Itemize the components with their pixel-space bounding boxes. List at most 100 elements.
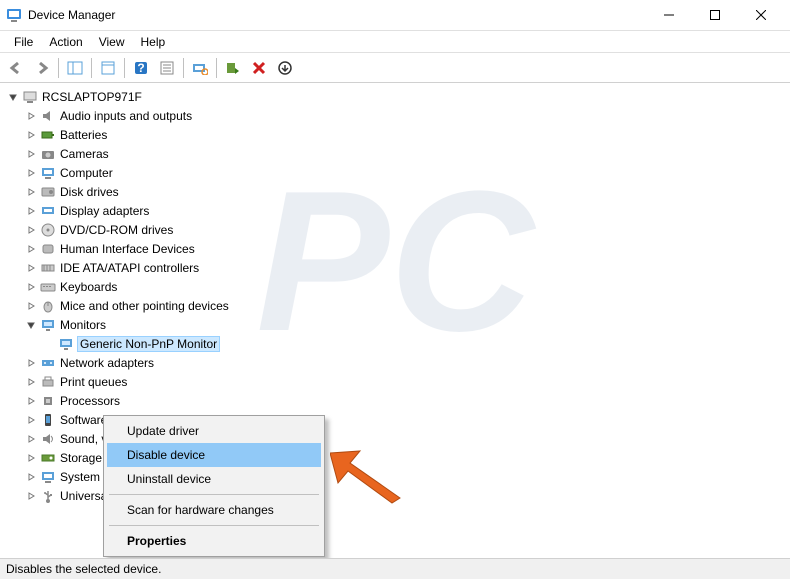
disable-device-button[interactable] bbox=[247, 56, 271, 80]
tree-item-label: Processors bbox=[60, 394, 120, 408]
tree-item-keyboards[interactable]: Keyboards bbox=[0, 277, 790, 296]
status-text: Disables the selected device. bbox=[6, 562, 161, 576]
expander-icon[interactable] bbox=[24, 109, 38, 123]
usb-icon bbox=[40, 488, 56, 504]
tree-item-label: Network adapters bbox=[60, 356, 154, 370]
tree-item-label: Monitors bbox=[60, 318, 106, 332]
battery-icon bbox=[40, 127, 56, 143]
tree-item-ide[interactable]: IDE ATA/ATAPI controllers bbox=[0, 258, 790, 277]
close-button[interactable] bbox=[738, 0, 784, 30]
tree-item-generic-monitor[interactable]: Generic Non-PnP Monitor bbox=[0, 334, 790, 353]
status-bar: Disables the selected device. bbox=[0, 558, 790, 579]
tree-item-dvd[interactable]: DVD/CD-ROM drives bbox=[0, 220, 790, 239]
computer-icon bbox=[22, 89, 38, 105]
expander-spacer bbox=[42, 337, 56, 351]
tree-item-audio[interactable]: Audio inputs and outputs bbox=[0, 106, 790, 125]
expander-icon[interactable] bbox=[24, 470, 38, 484]
display-adapter-icon bbox=[40, 203, 56, 219]
back-button[interactable] bbox=[4, 56, 28, 80]
monitor-icon bbox=[40, 317, 56, 333]
tree-item-display-adapters[interactable]: Display adapters bbox=[0, 201, 790, 220]
tree-item-monitors[interactable]: Monitors bbox=[0, 315, 790, 334]
tree-item-hid[interactable]: Human Interface Devices bbox=[0, 239, 790, 258]
ctx-update-driver[interactable]: Update driver bbox=[107, 419, 321, 443]
cpu-icon bbox=[40, 393, 56, 409]
expander-icon[interactable] bbox=[24, 242, 38, 256]
show-hide-button[interactable] bbox=[63, 56, 87, 80]
window-title: Device Manager bbox=[28, 8, 646, 22]
tree-item-mice[interactable]: Mice and other pointing devices bbox=[0, 296, 790, 315]
monitor-icon bbox=[58, 336, 74, 352]
printer-icon bbox=[40, 374, 56, 390]
disk-icon bbox=[40, 184, 56, 200]
menu-action[interactable]: Action bbox=[41, 33, 90, 51]
expander-icon[interactable] bbox=[24, 147, 38, 161]
device-tree[interactable]: RCSLAPTOP971F Audio inputs and outputs B… bbox=[0, 83, 790, 558]
ctx-scan-hardware[interactable]: Scan for hardware changes bbox=[107, 498, 321, 522]
ctx-separator bbox=[109, 494, 319, 495]
expander-icon[interactable] bbox=[24, 489, 38, 503]
sound-icon bbox=[40, 431, 56, 447]
tree-item-cameras[interactable]: Cameras bbox=[0, 144, 790, 163]
storage-icon bbox=[40, 450, 56, 466]
ctx-separator bbox=[109, 525, 319, 526]
ctx-properties[interactable]: Properties bbox=[107, 529, 321, 553]
tree-item-label: Print queues bbox=[60, 375, 127, 389]
tree-item-print-queues[interactable]: Print queues bbox=[0, 372, 790, 391]
tree-item-processors[interactable]: Processors bbox=[0, 391, 790, 410]
toolbar-separator bbox=[58, 58, 59, 78]
menu-bar: File Action View Help bbox=[0, 31, 790, 53]
expander-icon[interactable] bbox=[24, 356, 38, 370]
dvd-icon bbox=[40, 222, 56, 238]
tree-item-batteries[interactable]: Batteries bbox=[0, 125, 790, 144]
tree-item-label: Display adapters bbox=[60, 204, 149, 218]
toolbar-separator bbox=[216, 58, 217, 78]
expander-icon[interactable] bbox=[24, 128, 38, 142]
tree-item-network[interactable]: Network adapters bbox=[0, 353, 790, 372]
expander-icon[interactable] bbox=[6, 90, 20, 104]
expander-icon[interactable] bbox=[24, 223, 38, 237]
scan-hardware-button[interactable] bbox=[188, 56, 212, 80]
tree-item-label: Audio inputs and outputs bbox=[60, 109, 192, 123]
expander-icon[interactable] bbox=[24, 261, 38, 275]
expander-icon[interactable] bbox=[24, 185, 38, 199]
tree-item-disk-drives[interactable]: Disk drives bbox=[0, 182, 790, 201]
tree-item-label: Generic Non-PnP Monitor bbox=[78, 337, 219, 351]
pc-icon bbox=[40, 165, 56, 181]
expander-icon[interactable] bbox=[24, 299, 38, 313]
expander-icon[interactable] bbox=[24, 451, 38, 465]
tree-root[interactable]: RCSLAPTOP971F bbox=[0, 87, 790, 106]
ctx-disable-device[interactable]: Disable device bbox=[107, 443, 321, 467]
tree-item-computer[interactable]: Computer bbox=[0, 163, 790, 182]
menu-help[interactable]: Help bbox=[133, 33, 174, 51]
tree-item-label: Keyboards bbox=[60, 280, 117, 294]
properties-sheet-button[interactable] bbox=[155, 56, 179, 80]
toolbar-separator bbox=[91, 58, 92, 78]
ctx-uninstall-device[interactable]: Uninstall device bbox=[107, 467, 321, 491]
tree-item-label: Computer bbox=[60, 166, 113, 180]
tree-item-label: Mice and other pointing devices bbox=[60, 299, 229, 313]
expander-icon[interactable] bbox=[24, 432, 38, 446]
expander-icon[interactable] bbox=[24, 375, 38, 389]
expander-icon[interactable] bbox=[24, 413, 38, 427]
svg-text:?: ? bbox=[137, 61, 144, 75]
uninstall-device-button[interactable] bbox=[273, 56, 297, 80]
expander-icon[interactable] bbox=[24, 204, 38, 218]
title-bar: Device Manager bbox=[0, 0, 790, 31]
tree-item-label: Cameras bbox=[60, 147, 109, 161]
properties-toolbar-button[interactable] bbox=[96, 56, 120, 80]
menu-view[interactable]: View bbox=[91, 33, 133, 51]
menu-file[interactable]: File bbox=[6, 33, 41, 51]
toolbar-separator bbox=[183, 58, 184, 78]
expander-icon[interactable] bbox=[24, 280, 38, 294]
help-button[interactable]: ? bbox=[129, 56, 153, 80]
tree-item-label: IDE ATA/ATAPI controllers bbox=[60, 261, 199, 275]
expander-icon[interactable] bbox=[24, 394, 38, 408]
maximize-button[interactable] bbox=[692, 0, 738, 30]
expander-icon[interactable] bbox=[24, 318, 38, 332]
forward-button[interactable] bbox=[30, 56, 54, 80]
speaker-icon bbox=[40, 108, 56, 124]
minimize-button[interactable] bbox=[646, 0, 692, 30]
enable-device-button[interactable] bbox=[221, 56, 245, 80]
expander-icon[interactable] bbox=[24, 166, 38, 180]
